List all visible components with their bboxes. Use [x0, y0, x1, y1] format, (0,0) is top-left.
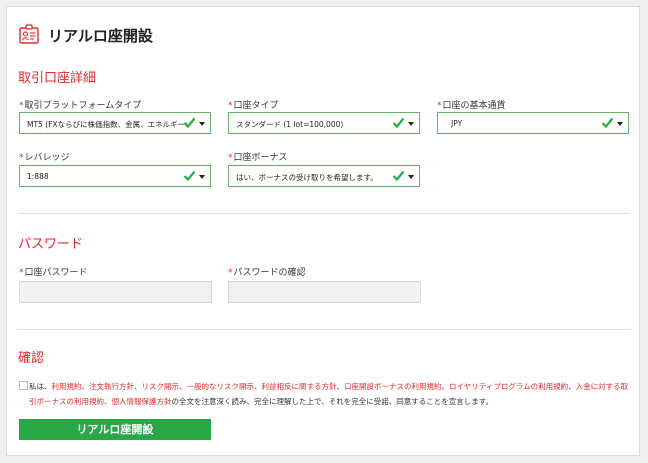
separator: 、 — [134, 382, 142, 391]
separator: 、 — [336, 382, 345, 391]
required-mark: * — [19, 153, 24, 163]
password-input[interactable] — [19, 281, 212, 303]
check-icon — [183, 117, 196, 129]
password-label: *口座パスワード — [19, 265, 88, 278]
leverage-label-text: レバレッジ — [24, 153, 70, 163]
agreement-text: 私は、利用規約、注文執行方針、リスク開示、一般的なリスク開示、利益相反に関する方… — [29, 379, 631, 409]
separator: 、 — [179, 382, 187, 391]
separator: 、 — [441, 382, 450, 391]
separator: 、 — [104, 397, 112, 406]
account-type-select[interactable]: スタンダード (1 lot=100,000) — [228, 112, 420, 134]
base-currency-value: JPY — [451, 119, 463, 128]
section-title-password: パスワード — [18, 237, 84, 252]
account-form-card: リアルロ座開設 取引口座詳細 *取引プラットフォームタイプ MT5 (FXならび… — [6, 6, 640, 456]
divider — [18, 329, 630, 330]
required-mark: * — [228, 268, 233, 278]
platform-value: MT5 (FXならびに株価指数、金属、エネルギーのC — [27, 120, 187, 129]
section-title-details: 取引口座詳細 — [18, 71, 97, 86]
base-currency-label-text: 口座の基本通貨 — [442, 101, 506, 111]
platform-label-text: 取引プラットフォームタイプ — [24, 101, 142, 111]
separator: 、 — [568, 382, 576, 391]
section-title-confirm: 確認 — [18, 351, 45, 366]
bonus-label-text: 口座ボーナス — [233, 153, 288, 163]
id-card-icon — [19, 24, 39, 44]
agreement-prefix: 私は、 — [29, 382, 52, 391]
leverage-value: 1:888 — [27, 172, 49, 181]
password-label-text: 口座パスワード — [24, 268, 88, 278]
caret-down-icon — [199, 122, 205, 126]
page-title: リアルロ座開設 — [48, 27, 153, 45]
divider — [18, 213, 630, 214]
check-icon — [392, 117, 405, 129]
account-type-value: スタンダード (1 lot=100,000) — [236, 120, 344, 129]
required-mark: * — [228, 101, 233, 111]
caret-down-icon — [408, 122, 414, 126]
required-mark: * — [19, 101, 24, 111]
check-icon — [183, 170, 196, 182]
agreement-suffix: の全文を注意深く読み、完全に理解した上で、それを完全に受諾、同意することを宣言し… — [171, 397, 493, 406]
caret-down-icon — [617, 122, 623, 126]
open-account-button[interactable]: リアルロ座開設 — [19, 419, 211, 440]
leverage-label: *レバレッジ — [19, 150, 70, 163]
risk-disclosure-link[interactable]: リスク開示 — [142, 382, 180, 391]
leverage-select[interactable]: 1:888 — [19, 165, 211, 187]
password-confirm-input[interactable] — [228, 281, 421, 303]
account-type-label: *口座タイプ — [228, 98, 279, 111]
loyalty-program-terms-link[interactable]: ロイヤリティプログラムの利用規約 — [449, 382, 568, 391]
bonus-value: はい、ボーナスの受け取りを希望します。 — [236, 173, 378, 182]
privacy-policy-link[interactable]: 個人情報保護方針 — [112, 397, 172, 406]
platform-label: *取引プラットフォームタイプ — [19, 98, 141, 111]
base-currency-select[interactable]: JPY — [437, 112, 629, 134]
separator: 、 — [81, 382, 90, 391]
base-currency-label: *口座の基本通貨 — [437, 98, 506, 111]
bonus-label: *口座ボーナス — [228, 150, 288, 163]
check-icon — [392, 170, 405, 182]
opening-bonus-terms-link[interactable]: 口座開設ボーナスの利用規約 — [344, 382, 442, 391]
account-type-label-text: 口座タイプ — [233, 101, 279, 111]
conflict-of-interest-policy-link[interactable]: 利益相反に関する方針 — [262, 382, 337, 391]
caret-down-icon — [408, 175, 414, 179]
check-icon — [601, 117, 614, 129]
password-confirm-label-text: パスワードの確認 — [233, 268, 306, 278]
separator: 、 — [254, 382, 262, 391]
password-confirm-label: *パスワードの確認 — [228, 265, 306, 278]
bonus-select[interactable]: はい、ボーナスの受け取りを希望します。 — [228, 165, 420, 187]
required-mark: * — [228, 153, 233, 163]
order-execution-policy-link[interactable]: 注文執行方針 — [89, 382, 134, 391]
required-mark: * — [437, 101, 442, 111]
caret-down-icon — [199, 175, 205, 179]
required-mark: * — [19, 268, 24, 278]
platform-select[interactable]: MT5 (FXならびに株価指数、金属、エネルギーのC — [19, 112, 211, 134]
terms-link[interactable]: 利用規約 — [52, 382, 82, 391]
general-risk-disclosure-link[interactable]: 一般的なリスク開示 — [187, 382, 255, 391]
agreement-checkbox[interactable] — [19, 381, 28, 390]
